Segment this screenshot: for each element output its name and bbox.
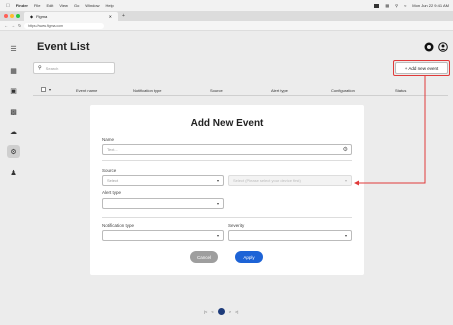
apple-icon[interactable]:  xyxy=(6,3,10,9)
url-field[interactable]: https://www.figma.com xyxy=(24,23,104,29)
severity-select[interactable]: ▾ xyxy=(228,230,352,241)
menu-app-name[interactable]: Finder xyxy=(16,3,28,8)
forward-icon[interactable]: → xyxy=(11,23,15,28)
sidebar-network-icon[interactable]: ▩ xyxy=(7,105,20,118)
close-tab-icon[interactable]: ✕ xyxy=(109,14,112,19)
sidebar-dashboard-icon[interactable]: ▦ xyxy=(7,64,20,77)
col-alert-type[interactable]: Alert type xyxy=(271,88,288,93)
battery-icon[interactable] xyxy=(374,3,380,8)
highlight-box xyxy=(393,60,450,76)
prev-page-button[interactable]: < xyxy=(211,309,213,314)
modal-title: Add New Event xyxy=(190,118,264,129)
menu-view[interactable]: View xyxy=(59,3,68,8)
main-content: Event List ⚲ Search + Add new event ▾ Ev… xyxy=(28,31,453,325)
next-page-button[interactable]: > xyxy=(229,309,231,314)
reload-icon[interactable]: ↻ xyxy=(18,23,21,28)
add-event-modal: Add New Event Name Text... ⚙ Source Sele… xyxy=(90,105,364,275)
spotlight-icon[interactable]: ⚲ xyxy=(395,3,398,8)
select-dropdown-icon[interactable]: ▾ xyxy=(49,87,51,92)
sidebar-devices-icon[interactable]: ▣ xyxy=(7,84,20,97)
new-tab-icon[interactable]: + xyxy=(122,13,125,19)
col-source[interactable]: Source xyxy=(210,88,223,93)
search-input[interactable]: ⚲ Search xyxy=(33,62,115,74)
close-window-icon[interactable] xyxy=(4,14,8,18)
source-select-placeholder: Select xyxy=(107,178,119,183)
control-center-icon[interactable]: ▦ xyxy=(385,3,389,8)
name-label: Name xyxy=(102,137,115,142)
browser-nav-buttons: ← → ↻ xyxy=(4,23,21,28)
notifications-icon[interactable] xyxy=(424,42,434,52)
col-status[interactable]: Status xyxy=(395,88,406,93)
last-page-button[interactable]: >| xyxy=(235,309,238,314)
source-label: Source xyxy=(102,168,117,173)
browser-tab[interactable]: ◆ Figma ✕ xyxy=(24,12,118,21)
browser-tab-bar: ◆ Figma ✕ + xyxy=(0,11,453,21)
header-icons xyxy=(424,42,448,52)
col-notification-type[interactable]: Notification type xyxy=(133,88,161,93)
current-page-indicator[interactable] xyxy=(217,307,225,315)
app-sidebar: ☰ ▦ ▣ ▩ ☁ ⚙ ♟ xyxy=(0,31,28,325)
sidebar-menu-icon[interactable]: ☰ xyxy=(7,42,20,55)
tab-title: Figma xyxy=(36,14,48,19)
back-icon[interactable]: ← xyxy=(4,23,8,28)
menu-edit[interactable]: Edit xyxy=(46,3,53,8)
modal-divider xyxy=(102,160,352,161)
menubar-status-area: ▦ ⚲ ≈ Mon Jun 22 9:41 AM xyxy=(374,0,449,11)
table-header: ▾ Event name Notification type Source Al… xyxy=(33,84,448,96)
source-select[interactable]: Select ▾ xyxy=(102,175,224,186)
first-page-button[interactable]: |< xyxy=(204,309,207,314)
search-placeholder: Search xyxy=(45,65,59,71)
search-icon: ⚲ xyxy=(38,65,42,71)
chevron-down-icon: ▾ xyxy=(216,201,219,206)
clock[interactable]: Mon Jun 22 9:41 AM xyxy=(412,3,449,8)
menu-window[interactable]: Window xyxy=(85,3,99,8)
browser-address-bar: ← → ↻ https://www.figma.com xyxy=(0,21,453,31)
chevron-down-icon: ▾ xyxy=(216,178,219,183)
chevron-down-icon: ▾ xyxy=(344,233,347,238)
minimize-window-icon[interactable] xyxy=(10,14,14,18)
name-input-value: Text... xyxy=(107,147,118,152)
name-settings-icon[interactable]: ⚙ xyxy=(343,146,348,153)
source-detail-select[interactable]: Select (Please select your device first)… xyxy=(228,175,352,186)
chevron-down-icon: ▾ xyxy=(216,233,219,238)
pagination: |< < > >| xyxy=(204,306,264,316)
sidebar-cloud-icon[interactable]: ☁ xyxy=(7,125,20,138)
source-detail-placeholder: Select (Please select your device first) xyxy=(233,178,301,183)
name-input[interactable]: Text... ⚙ xyxy=(102,144,352,155)
menu-file[interactable]: File xyxy=(34,3,40,8)
severity-label: Severity xyxy=(228,223,245,228)
tab-favicon-icon: ◆ xyxy=(30,14,34,19)
notification-type-select[interactable]: ▾ xyxy=(102,230,224,241)
col-event-name[interactable]: Event name xyxy=(76,88,97,93)
window-controls xyxy=(4,14,20,18)
menu-go[interactable]: Go xyxy=(74,3,79,8)
modal-divider xyxy=(102,217,352,218)
cancel-button[interactable]: Cancel xyxy=(190,251,218,263)
sidebar-users-icon[interactable]: ♟ xyxy=(7,166,20,179)
select-all-checkbox[interactable] xyxy=(41,87,46,92)
wifi-icon[interactable]: ≈ xyxy=(404,3,406,8)
chevron-down-icon: ▾ xyxy=(344,178,347,183)
alert-type-label: Alert type xyxy=(102,190,122,195)
page-title: Event List xyxy=(37,41,90,53)
alert-type-select[interactable]: ▾ xyxy=(102,198,224,209)
notification-type-label: Notification type xyxy=(102,223,135,228)
mac-menubar:  Finder File Edit View Go Window Help ▦… xyxy=(0,0,453,11)
zoom-window-icon[interactable] xyxy=(16,14,20,18)
col-configuration[interactable]: Configuration xyxy=(331,88,355,93)
apply-button[interactable]: Apply xyxy=(235,251,263,263)
sidebar-settings-icon[interactable]: ⚙ xyxy=(7,145,20,158)
menu-help[interactable]: Help xyxy=(106,3,114,8)
user-profile-icon[interactable] xyxy=(438,42,448,52)
